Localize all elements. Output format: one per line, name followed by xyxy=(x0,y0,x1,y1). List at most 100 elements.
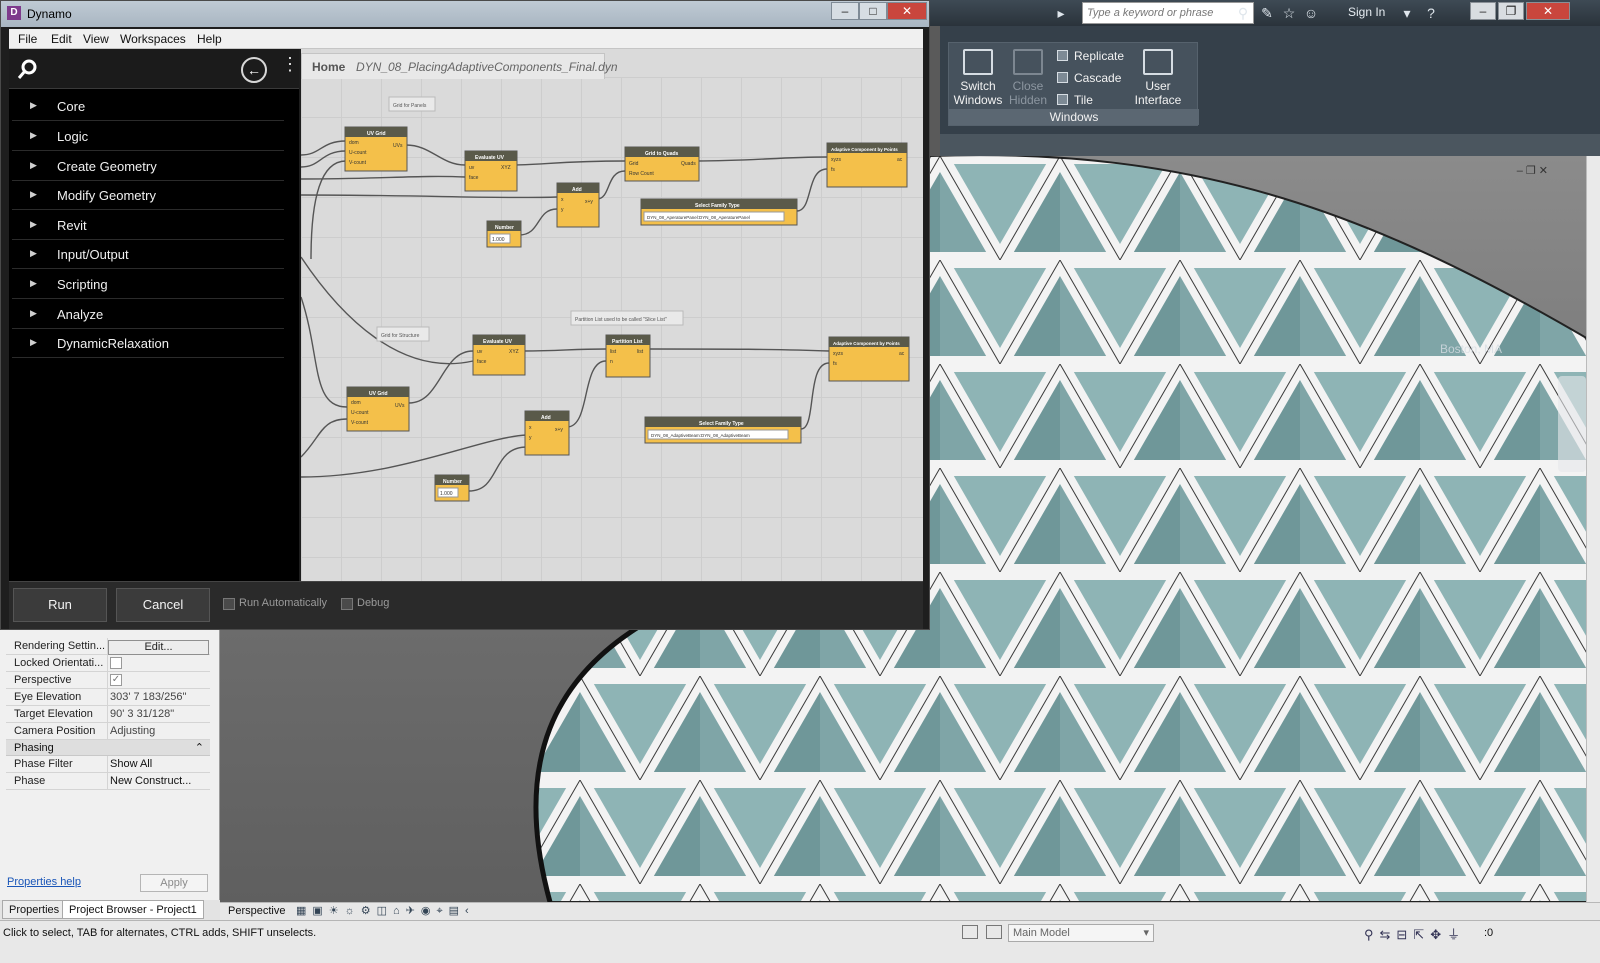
workspace-tab-home: Home xyxy=(312,60,345,74)
windows-ribbon-panel: Switch Windows Close Hidden Replicate Ca… xyxy=(948,42,1198,126)
debug-checkbox[interactable] xyxy=(341,598,353,610)
replicate-button[interactable]: Replicate xyxy=(1057,49,1124,63)
menu-view[interactable]: View xyxy=(83,32,109,46)
perspective-checkbox[interactable]: ✓ xyxy=(110,674,122,686)
dynamo-titlebar: D Dynamo – □ ✕ xyxy=(1,1,929,27)
tab-properties[interactable]: Properties xyxy=(2,900,66,919)
cancel-button[interactable]: Cancel xyxy=(116,588,210,622)
node-select-family-type-panel[interactable]: Select Family Type DYN_08_AperaturePanel… xyxy=(641,199,797,225)
prop-label: Phase Filter xyxy=(14,758,73,770)
svg-text:Grid for Structure: Grid for Structure xyxy=(381,333,420,339)
binoculars-icon[interactable]: ⚲ xyxy=(1234,4,1252,22)
library-category-create-geometry[interactable]: ▶Create Geometry xyxy=(12,152,284,181)
view-window-controls[interactable]: – ❐ ✕ xyxy=(1517,164,1548,177)
tab-project-browser[interactable]: Project Browser - Project1 xyxy=(62,900,204,919)
node-add-structure[interactable]: Add x y x+y xyxy=(525,411,569,455)
node-evaluate-uv-panels[interactable]: Evaluate UV uv face XYZ xyxy=(465,151,517,191)
back-arrow-icon[interactable]: ← xyxy=(241,57,267,83)
switch-windows-icon xyxy=(963,49,993,75)
apply-button[interactable]: Apply xyxy=(140,874,208,892)
selection-filter-icons[interactable]: ⚲⇆⊟⇱✥⏚ xyxy=(1364,924,1466,943)
view-control-icons[interactable]: ▦▣☀☼⚙◫⌂✈◉⌖▤‹ xyxy=(296,904,475,918)
user-icon[interactable]: ☺ xyxy=(1302,4,1320,22)
node-library: ← ⋮ ▶Core ▶ Logic ▶Create Geometry ▶Modif… xyxy=(9,49,299,581)
subscription-icon[interactable]: ✎ xyxy=(1258,4,1276,22)
category-label: Logic xyxy=(57,129,88,144)
node-uv-grid-panels[interactable]: UV Grid dom U-count V-count UVs xyxy=(345,127,407,171)
node-number-structure[interactable]: Number 1.000 xyxy=(435,475,469,501)
node-graph[interactable]: Grid for Panels Grid for Structure Parti… xyxy=(301,77,923,581)
target-elevation-field[interactable]: 90' 3 31/128" xyxy=(110,708,174,720)
more-options-icon[interactable]: ⋮ xyxy=(281,55,299,73)
help-icon[interactable]: ? xyxy=(1422,4,1440,22)
node-grid-to-quads[interactable]: Grid to Quads Grid Row Count Quads xyxy=(625,147,699,181)
locked-orientation-checkbox[interactable] xyxy=(110,657,122,669)
menu-help[interactable]: Help xyxy=(197,32,222,46)
eye-elevation-field[interactable]: 303' 7 183/256" xyxy=(110,691,186,703)
edit-button[interactable]: Edit... xyxy=(108,640,209,655)
svg-text:ac: ac xyxy=(899,351,905,357)
search-icon[interactable] xyxy=(17,58,39,80)
close-button[interactable]: ✕ xyxy=(1526,2,1570,20)
run-button[interactable]: Run xyxy=(13,588,107,622)
dynamo-minimize-button[interactable]: – xyxy=(831,2,859,20)
category-label: Revit xyxy=(57,218,87,233)
dynamo-footer: Run Cancel Run Automatically Debug xyxy=(9,581,923,629)
library-category-core[interactable]: ▶Core xyxy=(12,92,284,121)
phasing-group-header[interactable]: Phasing⌃ xyxy=(6,740,210,756)
navigation-bar[interactable] xyxy=(1558,376,1586,472)
note-partition-list[interactable]: Partition List used to be called "Slice … xyxy=(571,311,683,325)
menu-edit[interactable]: Edit xyxy=(51,32,72,46)
node-adaptive-component-structure[interactable]: Adaptive Component by Points xyzs fs ac xyxy=(829,337,909,381)
star-icon[interactable]: ☆ xyxy=(1280,4,1298,22)
node-adaptive-component-panels[interactable]: Adaptive Component by Points xyzs fs ac xyxy=(827,143,907,187)
node-evaluate-uv-structure[interactable]: Evaluate UV uv face XYZ xyxy=(473,335,525,375)
note-grid-for-panels[interactable]: Grid for Panels xyxy=(389,97,435,111)
workspace-tab[interactable]: Home DYN_08_PlacingAdaptiveComponents_Fi… xyxy=(301,53,605,79)
expand-arrow-icon: ▶ xyxy=(30,100,37,111)
expand-arrow-icon: ▶ xyxy=(30,130,37,141)
menu-file[interactable]: File xyxy=(18,32,37,46)
worksets-icon[interactable] xyxy=(962,925,978,939)
minimize-button[interactable]: – xyxy=(1470,2,1496,20)
svg-text:fs: fs xyxy=(833,361,837,367)
node-uv-grid-structure[interactable]: UV Grid dom U-count V-count UVs xyxy=(347,387,409,431)
vertical-scrollbar[interactable] xyxy=(1586,156,1600,902)
dynamo-close-button[interactable]: ✕ xyxy=(887,2,927,20)
dynamo-maximize-button[interactable]: □ xyxy=(859,2,887,20)
library-category-scripting[interactable]: ▶Scripting xyxy=(12,270,284,299)
library-category-logic[interactable]: ▶ Logic xyxy=(12,122,284,151)
status-text: Click to select, TAB for alternates, CTR… xyxy=(3,927,316,939)
design-options-icon[interactable] xyxy=(986,925,1002,939)
cascade-button[interactable]: Cascade xyxy=(1057,71,1121,85)
menu-workspaces[interactable]: Workspaces xyxy=(120,32,186,46)
svg-text:Grid: Grid xyxy=(629,161,639,167)
tile-button[interactable]: Tile xyxy=(1057,93,1093,107)
sign-in-link[interactable]: Sign In xyxy=(1348,5,1385,19)
caret-right-icon[interactable]: ▸ xyxy=(1052,4,1070,22)
phase-filter-field[interactable]: Show All xyxy=(110,758,152,770)
library-category-dynamic-relaxation[interactable]: ▶DynamicRelaxation xyxy=(12,329,284,358)
svg-text:dom: dom xyxy=(349,140,359,146)
chevron-down-icon[interactable]: ▾ xyxy=(1398,4,1416,22)
node-add-panels[interactable]: Add x y x+y xyxy=(557,183,599,227)
node-partition-list[interactable]: Partition List list n list xyxy=(606,335,650,377)
node-number-panels[interactable]: Number 1.000 xyxy=(487,221,521,247)
active-model-select[interactable]: Main Model▾ xyxy=(1008,924,1154,942)
library-category-modify-geometry[interactable]: ▶Modify Geometry xyxy=(12,181,284,210)
run-automatically-checkbox[interactable] xyxy=(223,598,235,610)
library-category-input-output[interactable]: ▶Input/Output xyxy=(12,240,284,269)
library-category-analyze[interactable]: ▶Analyze xyxy=(12,300,284,329)
graph-canvas[interactable]: Home DYN_08_PlacingAdaptiveComponents_Fi… xyxy=(301,49,923,581)
note-grid-for-structure[interactable]: Grid for Structure xyxy=(377,327,429,341)
restore-button[interactable]: ❐ xyxy=(1498,2,1524,20)
node-select-family-type-beam[interactable]: Select Family Type DYN_08_AdaptiveBeam:D… xyxy=(645,417,801,443)
phase-field[interactable]: New Construct... xyxy=(110,775,191,787)
infocenter-search-input[interactable]: Type a keyword or phrase xyxy=(1082,2,1254,24)
close-hidden-button[interactable]: Close Hidden xyxy=(999,49,1057,107)
library-category-revit[interactable]: ▶Revit xyxy=(12,211,284,240)
properties-help-link[interactable]: Properties help xyxy=(7,876,81,888)
user-interface-button[interactable]: User Interface xyxy=(1129,49,1187,107)
library-search-input[interactable] xyxy=(45,51,237,87)
expand-arrow-icon: ▶ xyxy=(30,278,37,289)
